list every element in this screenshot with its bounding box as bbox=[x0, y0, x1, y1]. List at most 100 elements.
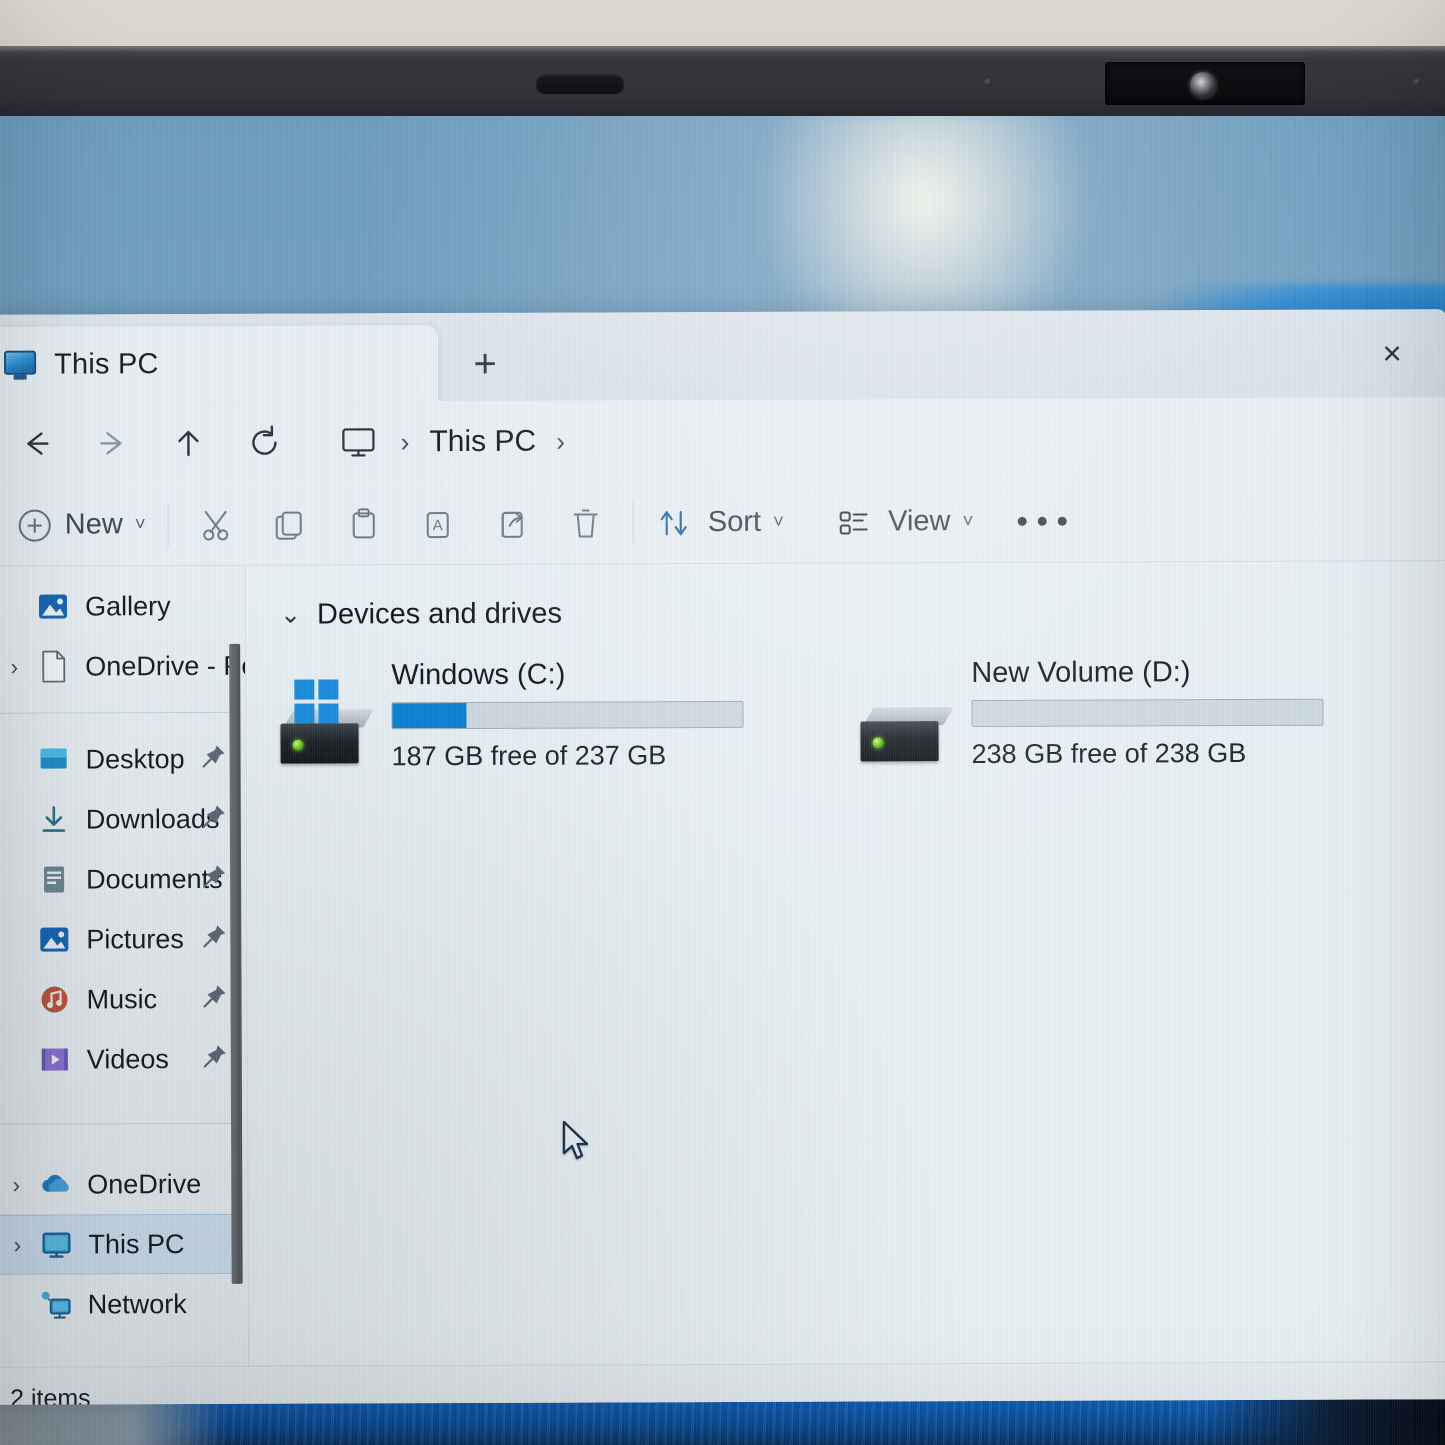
chevron-right-icon[interactable]: › bbox=[0, 1171, 33, 1198]
breadcrumb-path[interactable]: This PC bbox=[429, 425, 536, 459]
sidebar-item-label: This PC bbox=[88, 1228, 185, 1259]
desktop-icon bbox=[32, 739, 76, 779]
cut-icon[interactable] bbox=[179, 495, 253, 553]
delete-icon[interactable] bbox=[549, 494, 623, 552]
downloads-icon bbox=[32, 799, 76, 839]
sidebar-item-onedrive-personal[interactable]: › OneDrive - Perso bbox=[0, 636, 248, 697]
sidebar-item-network[interactable]: › Network bbox=[0, 1274, 248, 1335]
laptop-screen: This PC × + › This PC › New ˅ A Sort ˅ V… bbox=[0, 116, 1445, 1445]
breadcrumb-separator[interactable]: › bbox=[556, 426, 565, 457]
back-arrow-icon[interactable] bbox=[4, 415, 68, 473]
sidebar-item-music[interactable]: › Music bbox=[0, 969, 247, 1030]
share-icon[interactable] bbox=[475, 494, 549, 552]
explorer-body: › Gallery › OneDrive - Perso bbox=[0, 561, 1445, 1367]
sidebar-item-label: OneDrive - Perso bbox=[85, 650, 248, 681]
navigation-bar: › This PC › bbox=[0, 397, 1445, 485]
monitor-icon bbox=[4, 350, 38, 379]
sidebar-item-pictures[interactable]: › Pictures bbox=[0, 909, 246, 970]
new-button[interactable]: New ˅ bbox=[7, 497, 158, 554]
sidebar-item-onedrive[interactable]: › OneDrive bbox=[0, 1154, 247, 1215]
monitor-icon[interactable] bbox=[336, 424, 380, 460]
sidebar-divider bbox=[0, 1122, 234, 1125]
hard-drive-icon bbox=[860, 681, 955, 767]
group-title: Devices and drives bbox=[316, 597, 563, 631]
see-more-icon[interactable] bbox=[1017, 516, 1067, 526]
up-arrow-icon[interactable] bbox=[156, 414, 220, 472]
sidebar-item-videos[interactable]: › Videos bbox=[0, 1029, 247, 1090]
toolbar-divider bbox=[632, 501, 634, 544]
close-icon[interactable]: × bbox=[1371, 331, 1413, 373]
tab-this-pc[interactable]: This PC bbox=[0, 325, 439, 403]
music-icon bbox=[32, 979, 76, 1019]
status-bar: 2 items bbox=[0, 1361, 1445, 1405]
laptop-photo: This PC × + › This PC › New ˅ A Sort ˅ V… bbox=[0, 0, 1445, 1445]
chevron-down-icon[interactable]: ⌄ bbox=[280, 600, 301, 630]
drive-usage-bar bbox=[971, 698, 1324, 728]
command-bar: New ˅ A Sort ˅ View ˅ bbox=[0, 479, 1445, 567]
forward-arrow-icon[interactable] bbox=[80, 414, 144, 472]
chevron-right-icon[interactable]: › bbox=[0, 653, 31, 680]
sidebar-item-label: Desktop bbox=[85, 743, 185, 774]
pin-icon[interactable] bbox=[200, 862, 228, 895]
sidebar-divider bbox=[0, 711, 232, 714]
pictures-icon bbox=[32, 919, 76, 959]
pin-icon[interactable] bbox=[200, 742, 228, 775]
drive-item-new-volume-d[interactable]: New Volume (D:) 238 GB free of 238 GB bbox=[860, 655, 1440, 770]
sidebar-item-desktop[interactable]: › Desktop bbox=[0, 729, 246, 790]
navigation-pane: › Gallery › OneDrive - Perso bbox=[0, 565, 248, 1367]
breadcrumb[interactable]: › This PC › bbox=[322, 410, 1445, 470]
drive-free-space: 187 GB free of 237 GB bbox=[391, 740, 667, 772]
sidebar-item-downloads[interactable]: › Downloads bbox=[0, 789, 246, 850]
sensor-dot-icon bbox=[1413, 78, 1421, 86]
sidebar-item-documents[interactable]: › Documents bbox=[0, 849, 246, 910]
chevron-down-icon: ˅ bbox=[962, 510, 974, 532]
drive-usage-fill bbox=[392, 702, 467, 729]
pin-icon[interactable] bbox=[201, 1042, 229, 1075]
drive-name: New Volume (D:) bbox=[971, 656, 1191, 690]
sidebar-item-this-pc[interactable]: › This PC bbox=[0, 1213, 238, 1275]
network-icon bbox=[34, 1284, 78, 1324]
chevron-right-icon[interactable]: › bbox=[0, 1231, 34, 1258]
file-list-area[interactable]: ⌄ Devices and drives Windows (C:) 187 GB… bbox=[244, 561, 1445, 1366]
new-tab-button[interactable]: + bbox=[443, 326, 527, 402]
drive-item-windows-c[interactable]: Windows (C:) 187 GB free of 237 GB bbox=[280, 657, 860, 772]
microphone-slot-icon bbox=[536, 74, 624, 94]
gallery-icon bbox=[31, 586, 75, 626]
sidebar-item-label: Network bbox=[87, 1288, 187, 1319]
pin-icon[interactable] bbox=[200, 982, 228, 1015]
sort-button[interactable]: Sort ˅ bbox=[644, 494, 795, 551]
sidebar-item-label: Videos bbox=[86, 1043, 169, 1074]
tab-strip: This PC × + bbox=[0, 309, 1445, 403]
rename-icon[interactable]: A bbox=[401, 494, 475, 552]
sidebar-item-gallery[interactable]: › Gallery bbox=[0, 576, 245, 637]
plus-circle-icon bbox=[18, 509, 51, 542]
documents-icon bbox=[32, 859, 76, 899]
pin-icon[interactable] bbox=[200, 922, 228, 955]
new-button-label: New bbox=[64, 508, 123, 541]
paste-icon[interactable] bbox=[327, 495, 401, 553]
sidebar-item-label: Gallery bbox=[84, 590, 171, 621]
drive-grid: Windows (C:) 187 GB free of 237 GB New V… bbox=[280, 655, 1445, 772]
view-button-label: View bbox=[888, 505, 951, 538]
onedrive-file-icon bbox=[31, 646, 75, 686]
sidebar-item-label: Music bbox=[86, 983, 158, 1014]
sort-button-label: Sort bbox=[707, 505, 762, 539]
file-explorer-window: This PC × + › This PC › New ˅ A Sort ˅ V… bbox=[0, 309, 1445, 1405]
svg-text:A: A bbox=[433, 517, 443, 534]
sidebar-item-label: OneDrive bbox=[87, 1168, 202, 1199]
bezel-top-edge bbox=[0, 46, 1445, 51]
windows-drive-icon bbox=[280, 679, 375, 769]
toolbar-divider bbox=[167, 503, 169, 546]
wall-background bbox=[0, 0, 1445, 52]
item-count: 2 items bbox=[10, 1384, 91, 1405]
devices-and-drives-group-header[interactable]: ⌄ Devices and drives bbox=[280, 587, 1445, 637]
drive-name: Windows (C:) bbox=[391, 658, 566, 692]
sensor-dot-icon bbox=[984, 78, 992, 86]
chevron-down-icon: ˅ bbox=[772, 511, 785, 533]
videos-icon bbox=[33, 1039, 77, 1079]
view-button[interactable]: View ˅ bbox=[824, 493, 984, 550]
refresh-icon[interactable] bbox=[232, 414, 296, 472]
pin-icon[interactable] bbox=[200, 802, 228, 835]
copy-icon[interactable] bbox=[253, 495, 327, 553]
mouse-cursor bbox=[561, 1120, 595, 1171]
